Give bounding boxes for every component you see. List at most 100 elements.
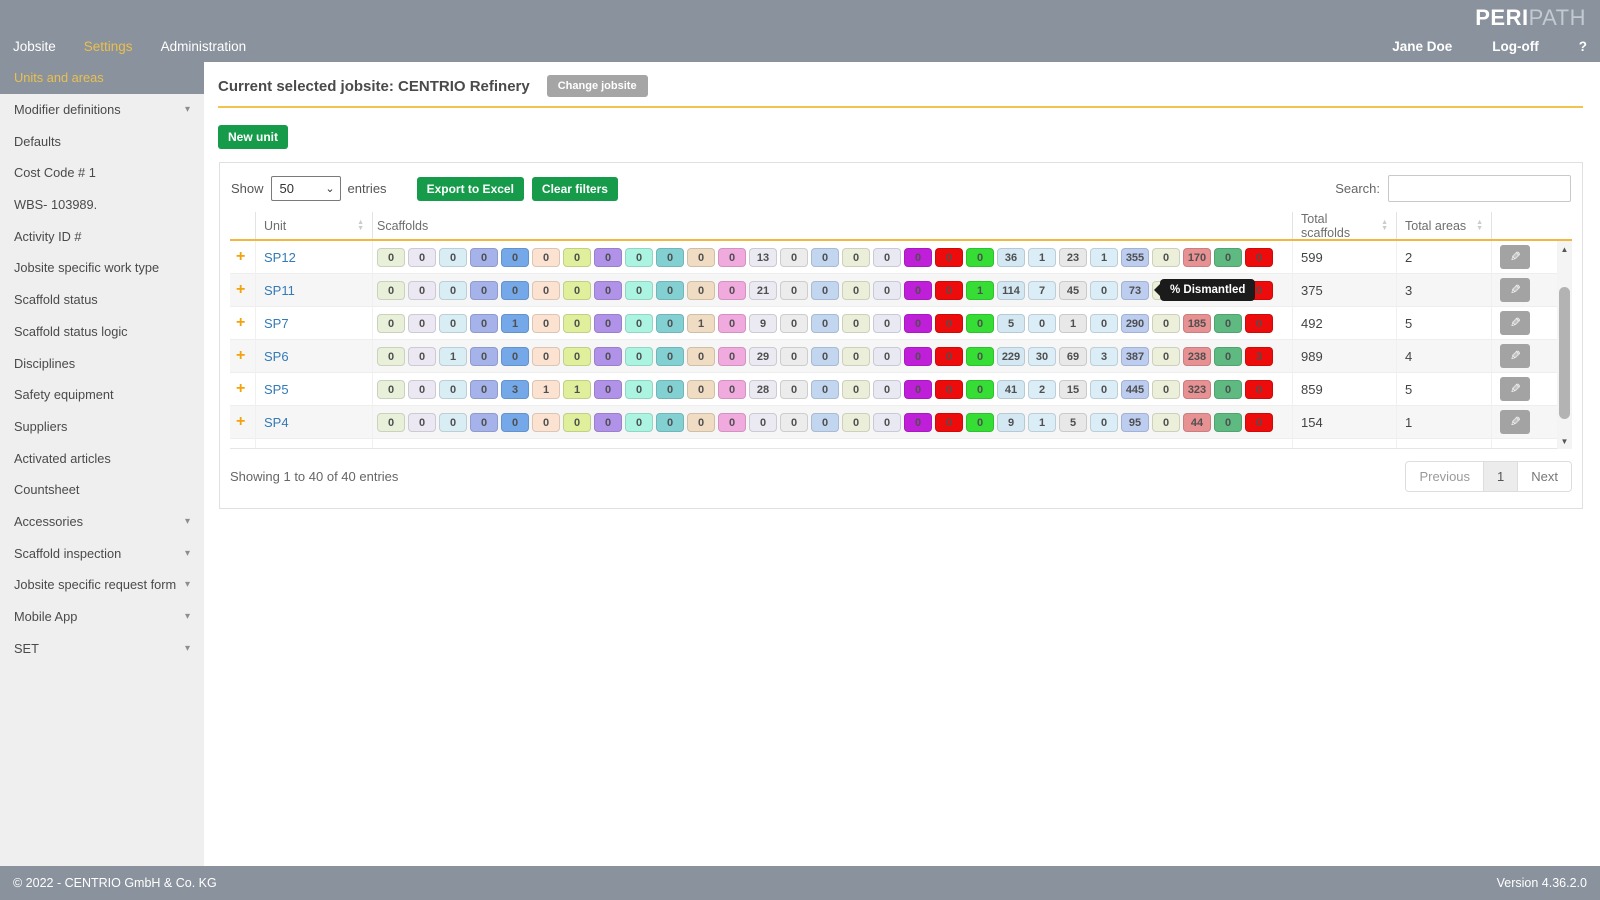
status-count-badge: 0	[1245, 248, 1273, 267]
sidebar-item-modifier-definitions[interactable]: Modifier definitions ▾	[0, 94, 204, 126]
unit-link[interactable]: SP7	[264, 316, 289, 331]
sidebar-item-label: Scaffold status	[14, 292, 98, 307]
sidebar-item-label: Modifier definitions	[14, 102, 121, 117]
status-count-badge: 323	[1183, 380, 1211, 399]
nav-item-jobsite[interactable]: Jobsite	[13, 39, 56, 54]
sidebar-item-jobsite-specific-request-form[interactable]: Jobsite specific request form▾	[0, 569, 204, 601]
edit-unit-button[interactable]: ✎	[1500, 278, 1530, 302]
change-jobsite-button[interactable]: Change jobsite	[547, 75, 648, 97]
new-unit-button[interactable]: New unit	[218, 125, 288, 149]
user-name[interactable]: Jane Doe	[1392, 39, 1452, 54]
sort-icon[interactable]: ▲▼	[1373, 220, 1388, 232]
status-count-badge: 36	[997, 248, 1025, 267]
expand-plus-icon[interactable]: +	[236, 281, 245, 299]
table-row: +SP6001000000000290000000229306933870238…	[230, 340, 1572, 373]
expand-plus-icon[interactable]: +	[236, 314, 245, 332]
total-scaffolds-value: 599	[1301, 250, 1323, 265]
total-areas-value: 3	[1405, 283, 1412, 298]
status-count-badge: 0	[718, 314, 746, 333]
clipped-cell	[230, 439, 255, 448]
status-count-badge: 1	[532, 380, 560, 399]
total-areas-cell: 2	[1396, 241, 1491, 274]
total-areas-cell: 4	[1396, 340, 1491, 373]
total-areas-cell: 5	[1396, 307, 1491, 340]
scroll-up-arrow-icon[interactable]: ▲	[1557, 241, 1572, 257]
status-count-badge: 0	[594, 248, 622, 267]
sidebar-item-countsheet[interactable]: Countsheet	[0, 474, 204, 506]
main-nav: Jobsite Settings Administration Jane Doe…	[0, 31, 1600, 62]
edit-unit-button[interactable]: ✎	[1500, 344, 1530, 368]
caret-down-icon: ▾	[185, 104, 190, 115]
clear-filters-button[interactable]: Clear filters	[532, 177, 618, 201]
status-count-badge: 0	[594, 413, 622, 432]
expand-plus-icon[interactable]: +	[236, 413, 245, 431]
sidebar-item-suppliers[interactable]: Suppliers	[0, 411, 204, 443]
table-scrollbar[interactable]: ▲ ▼	[1557, 241, 1572, 449]
sidebar-item-label: WBS- 103989.	[14, 197, 97, 212]
sidebar-item-scaffold-status-logic[interactable]: Scaffold status logic	[0, 316, 204, 348]
copyright-text: © 2022 - CENTRIO GmbH & Co. KG	[13, 876, 217, 890]
expand-plus-icon[interactable]: +	[236, 380, 245, 398]
nav-item-settings[interactable]: Settings	[84, 39, 133, 54]
status-count-badge: 0	[563, 248, 591, 267]
sidebar-item-disciplines[interactable]: Disciplines	[0, 347, 204, 379]
status-count-badge: 0	[439, 413, 467, 432]
scrollbar-thumb[interactable]	[1559, 287, 1570, 419]
unit-link[interactable]: SP6	[264, 349, 289, 364]
sidebar-item-wbs-103989[interactable]: WBS- 103989.	[0, 189, 204, 221]
scroll-down-arrow-icon[interactable]: ▼	[1557, 433, 1572, 449]
status-count-badge: 0	[935, 281, 963, 300]
sidebar-item-scaffold-status[interactable]: Scaffold status	[0, 284, 204, 316]
sidebar-item-safety-equipment[interactable]: Safety equipment	[0, 379, 204, 411]
status-count-badge: 0	[439, 248, 467, 267]
expand-plus-icon[interactable]: +	[236, 347, 245, 365]
status-count-badge: 0	[842, 413, 870, 432]
unit-cell: SP11	[255, 274, 372, 307]
status-count-badge: 0	[718, 347, 746, 366]
unit-link[interactable]: SP5	[264, 382, 289, 397]
nav-item-administration[interactable]: Administration	[161, 39, 247, 54]
table-header-row: Unit ▲▼ Scaffolds Total scaffolds ▲▼ Tot…	[230, 212, 1572, 239]
search-input[interactable]	[1388, 175, 1571, 202]
page-number-button[interactable]: 1	[1483, 462, 1518, 491]
status-count-badge: 0	[842, 248, 870, 267]
sidebar-item-cost-code-1[interactable]: Cost Code # 1	[0, 157, 204, 189]
edit-unit-button[interactable]: ✎	[1500, 410, 1530, 434]
edit-unit-button[interactable]: ✎	[1500, 245, 1530, 269]
status-badges: 0000000000002100000011147450730000% Dism…	[377, 281, 1288, 300]
new-unit-row: New unit	[218, 125, 1583, 149]
header-total-areas[interactable]: Total areas ▲▼	[1396, 212, 1491, 239]
status-count-badge: 0	[532, 314, 560, 333]
logoff-button[interactable]: Log-off	[1492, 39, 1538, 54]
previous-page-button[interactable]: Previous	[1406, 462, 1483, 491]
unit-link[interactable]: SP4	[264, 415, 289, 430]
status-count-badge: 0	[594, 380, 622, 399]
unit-link[interactable]: SP11	[264, 283, 295, 298]
header-total-scaffolds[interactable]: Total scaffolds ▲▼	[1292, 212, 1396, 239]
sidebar-item-activity-id[interactable]: Activity ID #	[0, 220, 204, 252]
sidebar-item-jobsite-specific-work-type[interactable]: Jobsite specific work type	[0, 252, 204, 284]
status-count-badge: 28	[749, 380, 777, 399]
edit-unit-button[interactable]: ✎	[1500, 377, 1530, 401]
sidebar-item-units-and-areas[interactable]: Units and areas	[0, 62, 204, 94]
help-icon[interactable]: ?	[1579, 39, 1587, 54]
caret-down-icon: ▾	[185, 579, 190, 590]
sidebar-item-set[interactable]: SET▾	[0, 632, 204, 664]
expand-cell: +	[230, 406, 255, 439]
edit-unit-button[interactable]: ✎	[1500, 311, 1530, 335]
sidebar-item-mobile-app[interactable]: Mobile App▾	[0, 601, 204, 633]
expand-plus-icon[interactable]: +	[236, 248, 245, 266]
sidebar-item-scaffold-inspection[interactable]: Scaffold inspection▾	[0, 537, 204, 569]
total-scaffolds-cell: 375	[1292, 274, 1396, 307]
next-page-button[interactable]: Next	[1518, 462, 1571, 491]
page-size-select[interactable]: 50 ⌄	[271, 176, 341, 201]
unit-link[interactable]: SP12	[264, 250, 296, 265]
header-unit[interactable]: Unit ▲▼	[255, 212, 372, 239]
sidebar-item-activated-articles[interactable]: Activated articles	[0, 442, 204, 474]
sort-icon[interactable]: ▲▼	[1468, 220, 1483, 232]
sort-icon[interactable]: ▲▼	[349, 220, 364, 232]
sidebar-item-accessories[interactable]: Accessories▾	[0, 506, 204, 538]
unit-cell: SP5	[255, 373, 372, 406]
sidebar-item-defaults[interactable]: Defaults	[0, 125, 204, 157]
export-to-excel-button[interactable]: Export to Excel	[417, 177, 524, 201]
